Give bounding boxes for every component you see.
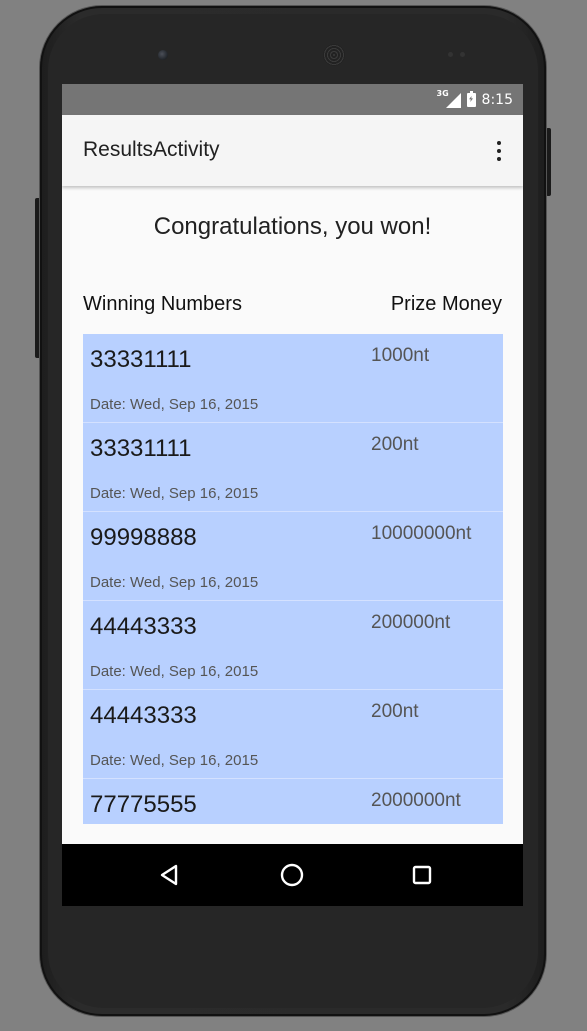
draw-date: Date: Wed, Sep 16, 2015 xyxy=(90,485,259,502)
winning-number: 77775555 xyxy=(90,791,197,818)
results-list[interactable]: 33331111 1000nt Date: Wed, Sep 16, 2015 … xyxy=(83,334,503,824)
app-bar: ResultsActivity xyxy=(62,115,523,186)
signal-3g-icon: 3G xyxy=(437,90,461,108)
prize-amount: 2000000nt xyxy=(371,790,461,811)
prize-amount: 200000nt xyxy=(371,612,451,633)
results-content: Congratulations, you won! Winning Number… xyxy=(62,186,523,844)
status-time: 8:15 xyxy=(481,92,513,108)
back-triangle-icon[interactable] xyxy=(155,861,183,889)
result-row[interactable]: 99998888 10000000nt Date: Wed, Sep 16, 2… xyxy=(83,512,503,601)
result-row[interactable]: 33331111 200nt Date: Wed, Sep 16, 2015 xyxy=(83,423,503,512)
winning-numbers-header: Winning Numbers xyxy=(83,293,242,315)
draw-date: Date: Wed, Sep 16, 2015 xyxy=(90,574,259,591)
prize-amount: 200nt xyxy=(371,701,419,722)
navigation-bar xyxy=(62,844,523,906)
winning-number: 44443333 xyxy=(90,702,197,729)
prize-amount: 200nt xyxy=(371,434,419,455)
winning-number: 44443333 xyxy=(90,613,197,640)
overflow-dot xyxy=(497,157,501,161)
prize-amount: 10000000nt xyxy=(371,523,472,544)
winning-number: 33331111 xyxy=(90,346,192,373)
sensor xyxy=(460,52,465,57)
signal-strength-shape xyxy=(445,93,461,108)
congratulations-message: Congratulations, you won! xyxy=(153,213,432,240)
home-circle-icon[interactable] xyxy=(278,861,306,889)
sensor xyxy=(448,52,453,57)
winning-number: 33331111 xyxy=(90,435,192,462)
result-row[interactable]: 44443333 200000nt Date: Wed, Sep 16, 201… xyxy=(83,601,503,690)
status-bar: 3G 8:15 xyxy=(62,84,523,115)
overflow-dot xyxy=(497,141,501,145)
draw-date: Date: Wed, Sep 16, 2015 xyxy=(90,396,259,413)
result-row[interactable]: 44443333 200nt Date: Wed, Sep 16, 2015 xyxy=(83,690,503,779)
draw-date: Date: Wed, Sep 16, 2015 xyxy=(90,663,259,680)
power-button xyxy=(546,128,551,196)
result-row[interactable]: 33331111 1000nt Date: Wed, Sep 16, 2015 xyxy=(83,334,503,423)
overflow-dot xyxy=(497,149,501,153)
status-icons: 3G 8:15 xyxy=(437,90,513,110)
app-title: ResultsActivity xyxy=(83,138,220,161)
more-vert-icon[interactable] xyxy=(489,137,509,165)
battery-charging-icon xyxy=(466,91,476,107)
result-row[interactable]: 77775555 2000000nt xyxy=(83,779,503,824)
prize-money-header: Prize Money xyxy=(390,293,502,315)
prize-amount: 1000nt xyxy=(371,345,430,366)
emulator-stage: 3G 8:15 ResultsActivity Congratulations,… xyxy=(0,0,587,1031)
device-screen: 3G 8:15 ResultsActivity Congratulations,… xyxy=(62,84,523,906)
draw-date: Date: Wed, Sep 16, 2015 xyxy=(90,752,259,769)
recents-square-icon[interactable] xyxy=(408,861,436,889)
winning-number: 99998888 xyxy=(90,524,197,551)
speaker-grille xyxy=(323,44,345,66)
front-camera-icon xyxy=(158,50,168,60)
